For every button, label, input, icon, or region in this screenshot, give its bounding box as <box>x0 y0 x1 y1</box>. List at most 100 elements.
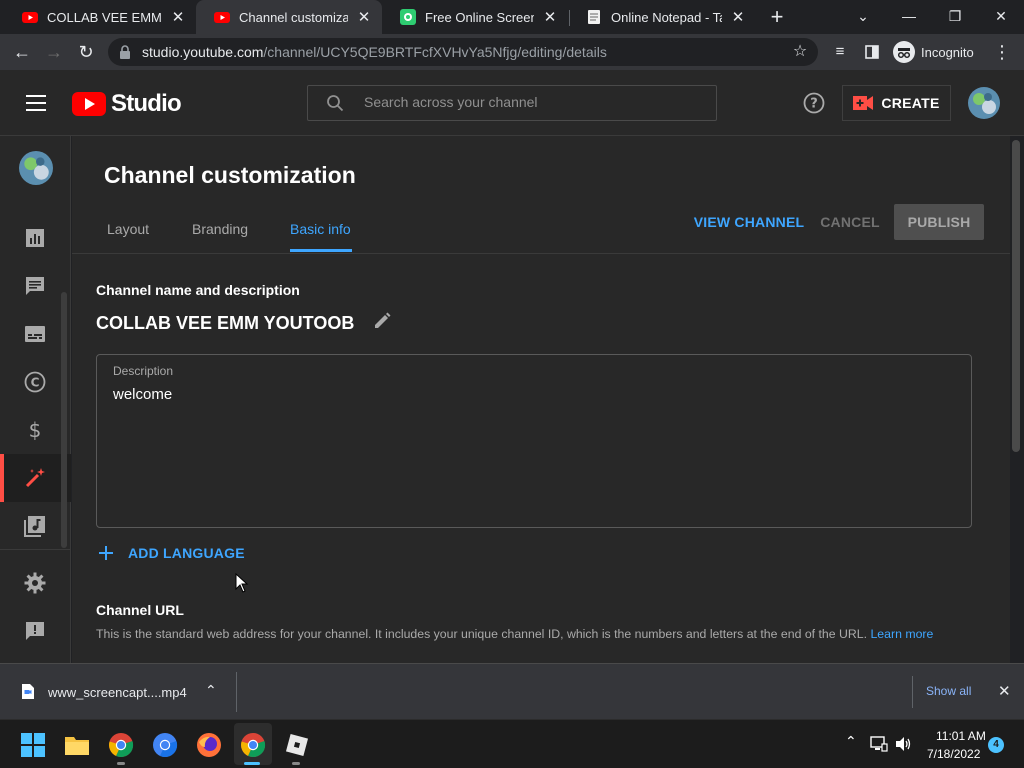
browser-tab-screen-recorder[interactable]: Free Online Screen Recorder ✕ <box>382 0 568 34</box>
learn-more-link[interactable]: Learn more <box>870 627 933 641</box>
cancel-button[interactable]: CANCEL <box>816 204 884 240</box>
audio-library-icon[interactable] <box>23 514 47 538</box>
chrome-active-icon[interactable] <box>240 732 266 758</box>
chrome-beta-icon[interactable] <box>152 732 178 758</box>
description-label: Description <box>113 364 174 378</box>
back-arrow-icon[interactable]: ← <box>8 38 36 66</box>
tab-close-icon[interactable]: ✕ <box>170 8 186 26</box>
close-download-bar-icon[interactable]: ✕ <box>998 682 1011 700</box>
tab-branding[interactable]: Branding <box>192 221 248 237</box>
browser-tab-strip: COLLAB VEE EMM YOUTOOB ✕ Channel customi… <box>0 0 1024 34</box>
copyright-icon[interactable]: C <box>23 370 47 394</box>
earn-dollar-icon[interactable]: $ <box>23 418 47 442</box>
comments-icon[interactable] <box>23 274 47 298</box>
description-value[interactable]: welcome <box>113 386 172 403</box>
lock-icon <box>120 45 130 59</box>
download-chevron-up-icon[interactable]: ⌃ <box>205 682 217 699</box>
windows-start-icon[interactable] <box>20 732 46 758</box>
bookmark-star-icon[interactable]: ☆ <box>786 38 814 66</box>
close-window-button[interactable]: ✕ <box>978 0 1024 34</box>
app-active-indicator <box>244 762 260 765</box>
network-icon[interactable] <box>870 736 888 752</box>
channel-url-text: This is the standard web address for you… <box>96 627 868 641</box>
help-icon[interactable]: ? <box>803 92 825 114</box>
youtube-favicon-icon <box>214 12 230 23</box>
page-scrollbar[interactable] <box>1012 140 1020 452</box>
subtitles-icon[interactable] <box>23 322 47 346</box>
channel-name: COLLAB VEE EMM YOUTOOB <box>96 313 354 334</box>
clock-date[interactable]: 7/18/2022 <box>927 747 980 761</box>
youtube-logo-icon <box>72 92 106 116</box>
edit-pencil-icon[interactable] <box>372 311 392 331</box>
video-file-icon <box>22 684 34 699</box>
show-all-link[interactable]: Show all <box>926 684 971 698</box>
account-avatar[interactable] <box>968 87 1000 119</box>
browser-tab-channel-customization[interactable]: Channel customization - YouTube Studio ✕ <box>196 0 382 34</box>
tab-layout[interactable]: Layout <box>107 221 149 237</box>
incognito-label: Incognito <box>921 44 974 60</box>
settings-gear-icon[interactable] <box>23 571 47 595</box>
browser-tab-notepad[interactable]: Online Notepad - Take Notes ✕ <box>568 0 756 34</box>
channel-url-title: Channel URL <box>96 602 184 618</box>
address-bar[interactable]: studio.youtube.com/channel/UCY5QE9BRTFcf… <box>108 38 818 66</box>
tab-close-icon[interactable]: ✕ <box>356 8 372 26</box>
download-divider <box>236 672 237 712</box>
plus-icon <box>99 546 113 560</box>
hamburger-menu-icon[interactable] <box>26 95 46 111</box>
notification-badge[interactable]: 4 <box>988 737 1004 753</box>
media-queue-icon[interactable]: ≡ <box>826 38 854 66</box>
view-channel-button[interactable]: VIEW CHANNEL <box>690 204 808 240</box>
svg-text:C: C <box>31 376 40 390</box>
page-title: Channel customization <box>104 162 356 188</box>
description-field[interactable]: Description welcome <box>96 354 972 528</box>
tab-basic-info[interactable]: Basic info <box>290 221 351 237</box>
tray-overflow-chevron-icon[interactable]: ⌃ <box>845 733 857 750</box>
create-button[interactable]: CREATE <box>842 85 951 121</box>
nav-scrollbar[interactable] <box>61 292 67 548</box>
search-input[interactable] <box>364 94 694 110</box>
app-running-dot <box>117 762 125 765</box>
channel-search[interactable] <box>307 85 717 121</box>
tab-title: Free Online Screen Recorder <box>425 9 534 25</box>
section-title-name-description: Channel name and description <box>96 282 300 298</box>
clock-time[interactable]: 11:01 AM <box>936 729 986 743</box>
volume-icon[interactable] <box>895 736 913 752</box>
studio-logo-text: Studio <box>111 90 182 117</box>
create-label: CREATE <box>881 95 940 111</box>
channel-name-text: COLLAB VEE EMM YOUTOOB <box>96 313 355 333</box>
channel-avatar[interactable] <box>19 151 53 185</box>
svg-text:?: ? <box>810 97 818 112</box>
active-tab-underline <box>290 249 352 252</box>
side-panel-icon[interactable] <box>858 38 886 66</box>
chrome-icon[interactable] <box>108 732 134 758</box>
reload-icon[interactable]: ↻ <box>72 38 100 66</box>
browser-menu-icon[interactable]: ⋮ <box>988 38 1016 66</box>
add-language-label: ADD LANGUAGE <box>128 545 245 561</box>
roblox-icon[interactable] <box>284 732 310 758</box>
publish-button[interactable]: PUBLISH <box>894 204 984 240</box>
forward-arrow-icon[interactable]: → <box>40 38 68 66</box>
new-tab-button[interactable]: + <box>764 4 790 30</box>
studio-logo[interactable]: Studio <box>72 90 182 118</box>
add-language-button[interactable]: ADD LANGUAGE <box>98 542 245 564</box>
windows-taskbar: ⌃ 11:01 AM 7/18/2022 4 <box>0 719 1024 768</box>
tab-search-chevron-icon[interactable]: ⌄ <box>840 0 886 34</box>
incognito-indicator[interactable]: Incognito <box>893 38 974 66</box>
restore-button[interactable]: ❐ <box>932 0 978 34</box>
nav-divider <box>0 549 70 550</box>
download-file-name[interactable]: www_screencapt....mp4 <box>48 685 187 700</box>
customization-wand-icon[interactable] <box>23 466 47 490</box>
url-text: studio.youtube.com/channel/UCY5QE9BRTFcf… <box>142 44 607 60</box>
browser-tab-collab[interactable]: COLLAB VEE EMM YOUTOOB ✕ <box>4 0 196 34</box>
file-explorer-icon[interactable] <box>64 732 90 758</box>
tab-close-icon[interactable]: ✕ <box>730 8 746 26</box>
tab-title: Online Notepad - Take Notes <box>611 9 722 25</box>
minimize-button[interactable]: — <box>886 0 932 34</box>
firefox-icon[interactable] <box>196 732 222 758</box>
analytics-icon[interactable] <box>23 226 47 250</box>
mouse-cursor-icon <box>235 573 249 593</box>
tab-close-icon[interactable]: ✕ <box>542 8 558 26</box>
download-bar: www_screencapt....mp4 ⌃ Show all ✕ <box>0 663 1024 719</box>
app-running-dot <box>292 762 300 765</box>
send-feedback-icon[interactable] <box>23 619 47 643</box>
